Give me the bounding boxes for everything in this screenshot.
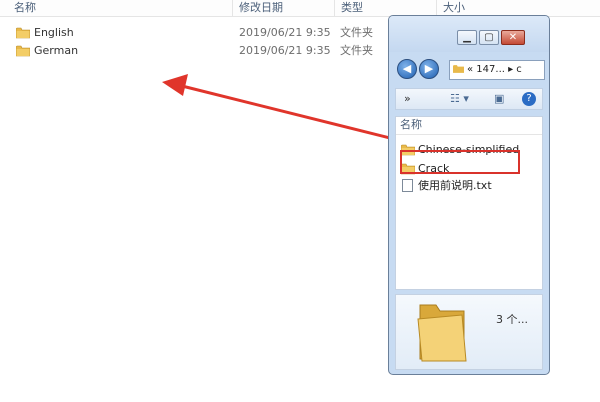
- address-bar[interactable]: « 147... ▸ c: [449, 60, 545, 80]
- preview-pane-icon[interactable]: ▣: [494, 92, 504, 106]
- large-folder-icon: [416, 301, 468, 366]
- explorer-window: ▁ ▢ ✕ ◀ ▶ « 147... ▸ c » ☷ ▾ ▣ ? 名称 Chin…: [388, 15, 550, 375]
- minimize-button[interactable]: ▁: [457, 30, 477, 45]
- close-button[interactable]: ✕: [501, 30, 525, 45]
- view-options-icon[interactable]: ☷ ▾: [450, 92, 469, 106]
- text-file-icon: [402, 179, 413, 192]
- toolbar-more-button[interactable]: »: [404, 92, 411, 106]
- toolbar: » ☷ ▾ ▣ ?: [395, 88, 543, 110]
- maximize-button[interactable]: ▢: [479, 30, 499, 45]
- folder-icon: [453, 63, 464, 79]
- help-icon[interactable]: ?: [522, 92, 536, 106]
- forward-button[interactable]: ▶: [419, 59, 439, 79]
- back-button[interactable]: ◀: [397, 59, 417, 79]
- item-count: 3 个...: [496, 313, 528, 326]
- column-header-name[interactable]: 名称: [396, 117, 542, 135]
- address-path: « 147... ▸ c: [467, 64, 522, 75]
- file-name: 使用前说明.txt: [418, 179, 492, 192]
- file-list-pane: 名称 Chinese-simplified Crack 使用前说明.txt: [395, 116, 543, 290]
- highlight-box: [400, 150, 520, 174]
- details-pane: 3 个...: [395, 294, 543, 370]
- list-item[interactable]: 使用前说明.txt: [396, 177, 542, 194]
